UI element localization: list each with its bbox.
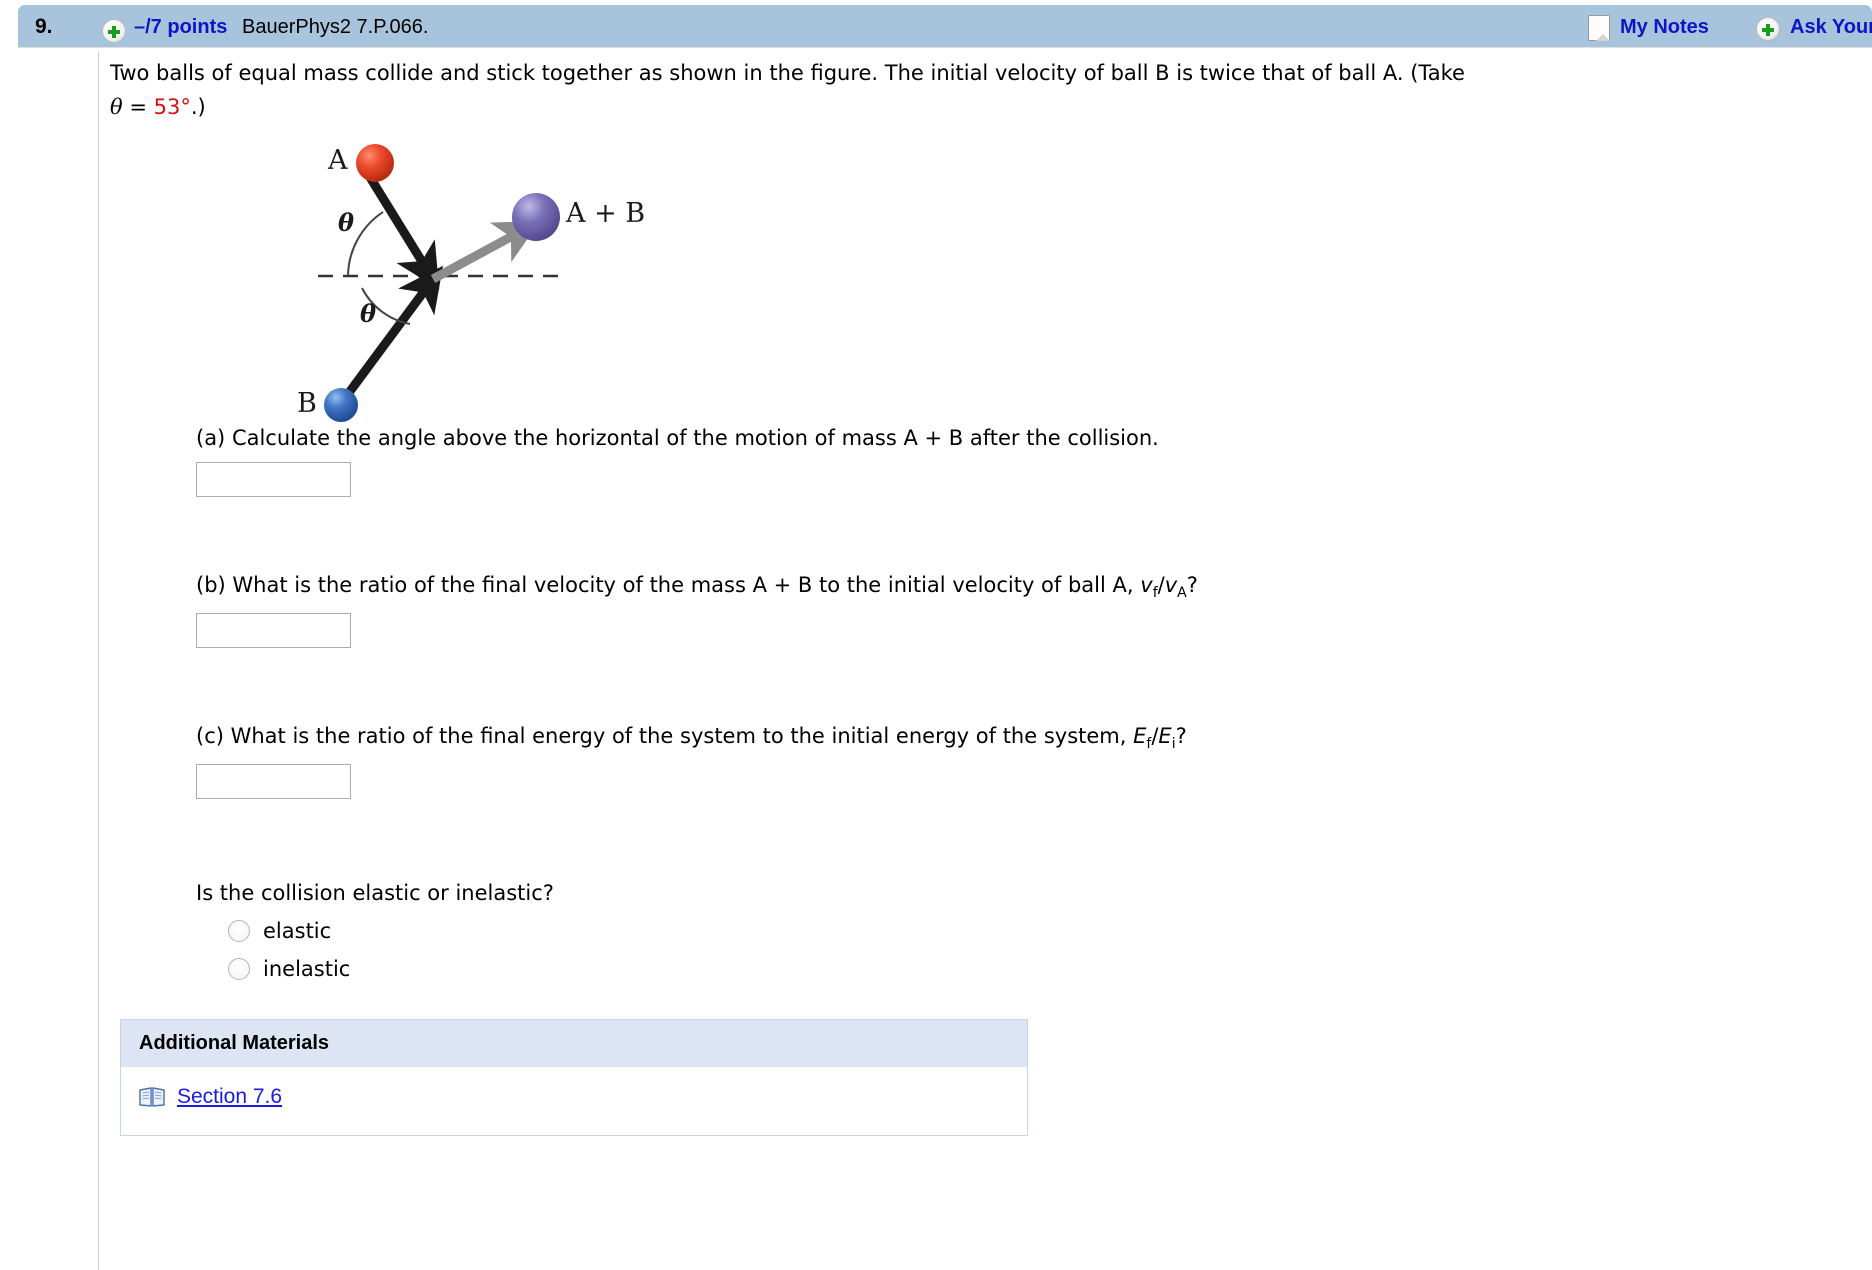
part-b-prefix: (b): [196, 573, 233, 597]
book-icon: [139, 1087, 165, 1108]
part-c-text: (c) What is the ratio of the final energ…: [196, 724, 1550, 752]
velocity-arrow-a: [364, 171, 440, 290]
note-page-icon[interactable]: [1588, 15, 1610, 41]
part-a-body: Calculate the angle above the horizontal…: [231, 426, 1159, 450]
part-a-prefix: (a): [196, 426, 232, 450]
part-c-answer-input[interactable]: [196, 764, 351, 800]
collision-diagram-svg: [318, 144, 565, 422]
radio-circle-elastic[interactable]: [228, 920, 250, 943]
statement-tail: .): [190, 95, 206, 119]
formula-c-e1: E: [1133, 724, 1147, 749]
figure-theta-upper: θ: [338, 208, 355, 237]
equals-sign: =: [122, 95, 154, 119]
plus-circle-icon[interactable]: [102, 19, 126, 43]
formula-c-question: ?: [1175, 724, 1187, 749]
formula-b-slash: /: [1157, 573, 1165, 597]
formula-b-v2: v: [1164, 573, 1178, 597]
question-code: BauerPhys2 7.P.066.: [242, 16, 429, 38]
additional-materials-body: Section 7.6: [121, 1067, 1027, 1136]
additional-materials-title: Additional Materials: [121, 1020, 1027, 1068]
ball-ab: [512, 193, 560, 241]
formula-b-sub2: A: [1177, 585, 1187, 602]
radio-circle-inelastic[interactable]: [228, 958, 250, 981]
question-statement: Two balls of equal mass collide and stic…: [110, 56, 1540, 124]
theta-symbol: θ: [110, 95, 123, 119]
figure-label-ab: A + B: [566, 198, 646, 229]
elastic-question-prompt: Is the collision elastic or inelastic?: [196, 881, 554, 906]
formula-c-e2: E: [1158, 724, 1172, 749]
question-content: Two balls of equal mass collide and stic…: [110, 56, 1550, 1137]
radio-option-inelastic[interactable]: inelastic: [228, 957, 1550, 981]
spacer-a-b: [110, 497, 1550, 573]
part-a-answer-input[interactable]: [196, 462, 351, 497]
part-c-body: What is the ratio of the final energy of…: [230, 724, 1134, 749]
radio-label-inelastic: inelastic: [263, 957, 351, 982]
question-number: 9.: [35, 15, 53, 38]
collision-diagram: A B A + B θ θ: [297, 136, 860, 426]
ask-your-teacher-link[interactable]: Ask Your: [1790, 16, 1872, 39]
part-b-text: (b) What is the ratio of the final veloc…: [196, 573, 1550, 601]
part-c-prefix: (c): [196, 724, 231, 749]
points-label: –/7 points: [134, 16, 228, 38]
ball-b: [324, 388, 358, 422]
part-a-text: (a) Calculate the angle above the horizo…: [196, 426, 1550, 450]
section-link[interactable]: Section 7.6: [177, 1085, 282, 1109]
resultant-velocity-arrow: [430, 221, 541, 283]
plus-circle-icon-ask[interactable]: [1756, 17, 1780, 41]
spacer-b-c: [110, 648, 1550, 724]
part-b-answer-input[interactable]: [196, 613, 351, 649]
radio-option-elastic[interactable]: elastic: [228, 919, 1550, 943]
radio-label-elastic: elastic: [263, 919, 332, 944]
question-statement-line1: Two balls of equal mass collide and stic…: [110, 61, 1465, 85]
theta-value: 53°: [153, 95, 191, 119]
content-divider: [98, 51, 99, 1270]
question-header-bar: 9. –/7 points BauerPhys2 7.P.066. My Not…: [18, 5, 1872, 47]
ball-a: [356, 144, 394, 182]
part-b-body: What is the ratio of the final velocity …: [232, 573, 1141, 597]
formula-b-v1: v: [1140, 573, 1153, 597]
additional-materials-panel: Additional Materials Section 7.6: [120, 1019, 1028, 1137]
figure-theta-lower: θ: [360, 299, 377, 328]
spacer-c-radio: [110, 799, 1550, 881]
my-notes-link[interactable]: My Notes: [1620, 16, 1709, 39]
formula-b-question: ?: [1186, 573, 1198, 597]
figure-label-b: B: [297, 388, 317, 419]
figure-label-a: A: [328, 145, 348, 176]
